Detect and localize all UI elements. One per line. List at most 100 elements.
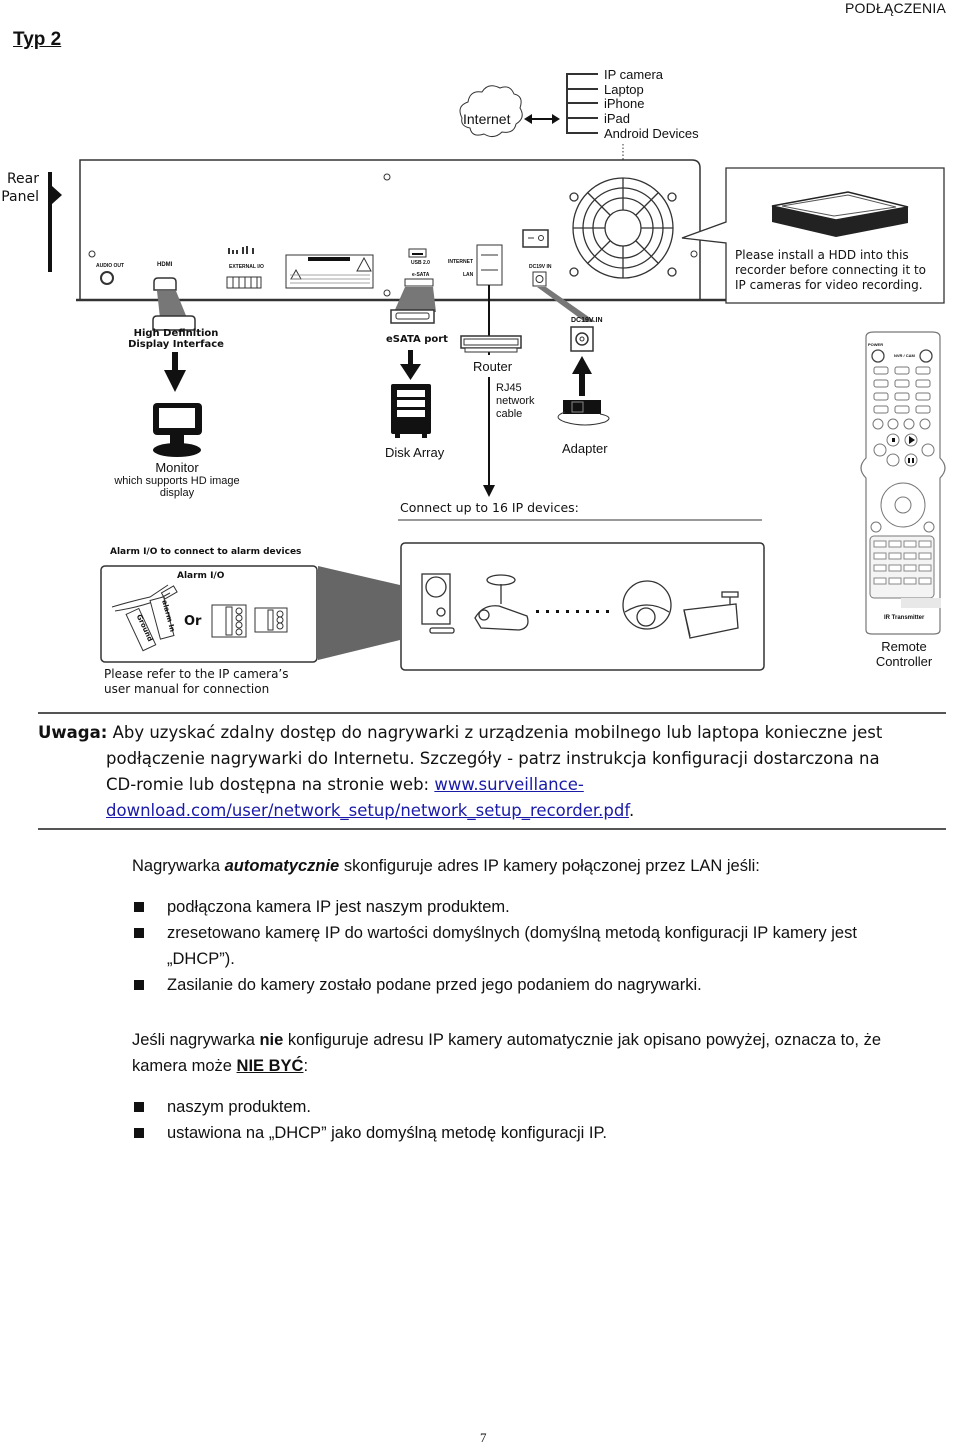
remote-power-label: POWER <box>868 342 884 347</box>
note-line: podłączenie nagrywarki do Internetu. Szc… <box>106 749 880 768</box>
device-label: Android Devices <box>604 126 699 141</box>
note-line: download.com/user/network_setup/network_… <box>38 798 946 824</box>
list-item: Zasilanie do kamery zostało podane przed… <box>132 972 922 998</box>
list-item: podłączona kamera IP jest naszym produkt… <box>132 894 922 920</box>
note-link[interactable]: download.com/user/network_setup/network_… <box>106 801 629 820</box>
bullet-icon <box>134 980 144 990</box>
port-label-usb: USB 2.0 <box>411 260 430 266</box>
disk-array-icon <box>391 384 431 438</box>
list-item-text: Zasilanie do kamery zostało podane przed… <box>167 976 702 994</box>
device-list-bracket <box>566 73 598 134</box>
bullet-icon <box>134 902 144 912</box>
notauto-emphasis: NIE BYĆ <box>236 1057 304 1075</box>
adapter-label: Adapter <box>562 441 608 456</box>
device-label: iPad <box>604 111 631 126</box>
list-item-text: naszym produktem. <box>167 1098 311 1116</box>
monitor-icon <box>153 403 202 457</box>
auto-text: Nagrywarka <box>132 857 225 875</box>
hdmi-label-line: High Definition <box>133 328 219 339</box>
rear-panel-label-line: Rear <box>6 171 39 187</box>
port-label-audio: AUDIO OUT <box>96 263 125 269</box>
hdmi-label-line: Display Interface <box>128 339 224 350</box>
bullet-icon <box>134 1102 144 1112</box>
remote-label: Remote Controller <box>862 639 946 669</box>
port-label-hdmi: HDMI <box>157 262 173 268</box>
alarm-note-line: user manual for connection <box>104 682 270 696</box>
monitor-subtitle: which supports HD image display <box>114 475 240 499</box>
auto-text: skonfiguruje adres IP kamery połączonej … <box>339 857 760 875</box>
note-text: Aby uzyskać zdalny dostęp do nagrywarki … <box>107 723 883 742</box>
hdmi-label: High Definition Display Interface <box>126 328 226 350</box>
port-label-external-io: EXTERNAL I/O <box>229 264 264 270</box>
list-item-text: podłączona kamera IP jest naszym produkt… <box>167 898 510 916</box>
auto-conditions-list: podłączona kamera IP jest naszym produkt… <box>132 894 922 998</box>
remote-nvr-cam-label: NVR / CAM <box>894 353 915 358</box>
list-item: naszym produktem. <box>132 1094 922 1120</box>
rear-panel-label: Rear Panel <box>1 170 39 206</box>
auto-config-paragraph: Nagrywarka automatycznie skonfiguruje ad… <box>132 853 932 879</box>
bullet-icon <box>134 928 144 938</box>
rj45-label-line: cable <box>496 408 523 420</box>
hdd-note-line: Please install a HDD into this <box>735 248 909 262</box>
alarm-or-label: Or <box>184 614 202 629</box>
list-item: zresetowano kamerę IP do wartości domyśl… <box>132 920 922 972</box>
rj45-label-line: network <box>496 395 535 407</box>
router-label: Router <box>473 359 513 374</box>
hdd-note: Please install a HDD into this recorder … <box>735 248 926 293</box>
internet-label: Internet <box>463 111 511 127</box>
dc-in-label: DC19V IN <box>571 317 603 324</box>
notauto-emphasis: nie <box>259 1031 284 1049</box>
notauto-text: Jeśli nagrywarka <box>132 1031 260 1049</box>
router-icon <box>460 335 522 353</box>
note-link[interactable]: www.surveillance- <box>434 775 583 794</box>
dome-camera-icon <box>622 580 672 630</box>
alarm-note: Please refer to the IP camera’s user man… <box>104 667 289 697</box>
notauto-text: : <box>303 1057 309 1075</box>
bullet-icon <box>134 1128 144 1138</box>
not-auto-paragraph: Jeśli nagrywarka nie konfiguruje adresu … <box>132 1027 942 1079</box>
note-text: CD-romie lub dostępna na stronie web: <box>106 775 435 794</box>
esata-label: eSATA port <box>386 334 448 345</box>
disk-array-label: Disk Array <box>385 445 445 460</box>
rear-panel-marker <box>48 172 52 272</box>
note-line: CD-romie lub dostępna na stronie web: ww… <box>38 772 946 798</box>
notauto-text: kamera może <box>132 1057 237 1075</box>
connect-label: Connect up to 16 IP devices: <box>400 500 579 515</box>
hdd-note-line: IP cameras for video recording. <box>735 278 923 292</box>
not-auto-line: Jeśli nagrywarka nie konfiguruje adresu … <box>132 1027 942 1053</box>
port-label-internet: INTERNET <box>448 259 473 265</box>
not-auto-list: naszym produktem. ustawiona na „DHCP” ja… <box>132 1094 922 1146</box>
rear-panel-label-line: Panel <box>1 189 39 205</box>
rj45-label-line: RJ45 <box>496 382 522 394</box>
not-auto-line: kamera może NIE BYĆ: <box>132 1053 942 1079</box>
ir-transmitter-label: IR Transmitter <box>884 615 925 621</box>
port-label-esata: e-SATA <box>412 272 430 278</box>
hdd-note-line: recorder before connecting it to <box>735 263 927 277</box>
device-label: Laptop <box>604 82 644 97</box>
cube-camera-icon <box>421 573 455 634</box>
port-label-dc: DC19V IN <box>529 264 552 270</box>
note-label: Uwaga: <box>38 723 108 742</box>
note-line: Uwaga: Aby uzyskać zdalny dostęp do nagr… <box>38 720 946 746</box>
alarm-box-title: Alarm I/O <box>177 571 225 581</box>
port-label-lan: LAN <box>463 272 474 278</box>
alarm-note-line: Please refer to the IP camera’s <box>104 667 289 681</box>
remote-controller-icon <box>860 331 946 635</box>
remote-label-line: Remote <box>881 639 927 654</box>
device-label: iPhone <box>604 96 645 111</box>
alarm-title: Alarm I/O to connect to alarm devices <box>110 547 302 557</box>
bidirectional-arrow-icon <box>524 114 560 124</box>
monitor-label: Monitor which supports HD image display <box>102 460 252 499</box>
list-item-text: ustawiona na „DHCP” jako domyślną metodę… <box>167 1124 607 1142</box>
adapter-icon <box>557 400 610 426</box>
list-item: ustawiona na „DHCP” jako domyślną metodę… <box>132 1120 922 1146</box>
remote-label-line: Controller <box>875 654 933 669</box>
list-item-text: zresetowano kamerę IP do wartości domyśl… <box>167 924 857 968</box>
monitor-title: Monitor <box>155 460 199 475</box>
auto-emphasis: automatycznie <box>224 857 340 875</box>
connection-diagram <box>48 73 946 671</box>
note-text: . <box>628 801 635 820</box>
device-label: IP camera <box>604 67 664 82</box>
notauto-text: konfiguruje adresu IP kamery automatyczn… <box>283 1031 881 1049</box>
rj45-label: RJ45 network cable <box>496 382 535 421</box>
